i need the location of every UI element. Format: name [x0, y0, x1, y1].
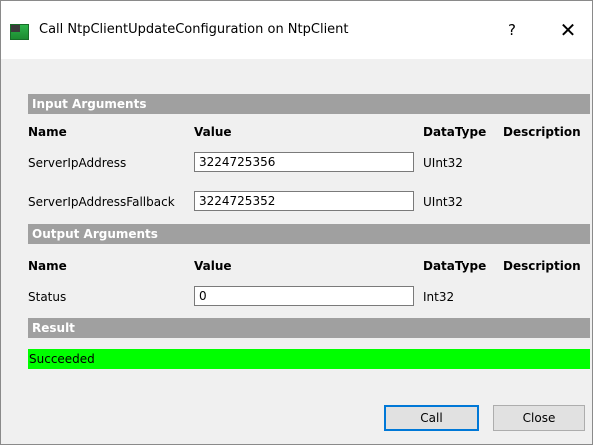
app-icon [10, 24, 29, 40]
input-col-name: Name [28, 125, 67, 139]
arg-datatype-serveripaddressfallback: UInt32 [423, 195, 463, 209]
arg-name-serveripaddressfallback: ServerIpAddressFallback [28, 195, 175, 209]
arg-name-status: Status [28, 290, 67, 304]
output-col-datatype: DataType [423, 259, 487, 273]
status-value-field[interactable]: 0 [194, 286, 414, 306]
serveripaddressfallback-value-field[interactable]: 3224725352 [194, 191, 414, 211]
arg-datatype-serveripaddress: UInt32 [423, 156, 463, 170]
output-col-name: Name [28, 259, 67, 273]
call-method-dialog: Call NtpClientUpdateConfiguration on Ntp… [0, 0, 593, 445]
help-button[interactable]: ? [498, 15, 526, 45]
input-arguments-header: Input Arguments [28, 94, 590, 114]
close-button[interactable]: Close [493, 405, 585, 431]
input-col-datatype: DataType [423, 125, 487, 139]
close-icon[interactable]: ✕ [553, 15, 583, 45]
output-arguments-header: Output Arguments [28, 224, 590, 244]
window-title: Call NtpClientUpdateConfiguration on Ntp… [39, 22, 349, 37]
arg-datatype-status: Int32 [423, 290, 455, 304]
serveripaddress-value-field[interactable]: 3224725356 [194, 152, 414, 172]
input-col-value: Value [194, 125, 232, 139]
result-status-bar: Succeeded [28, 349, 590, 369]
output-col-description: Description [503, 259, 581, 273]
input-col-description: Description [503, 125, 581, 139]
output-col-value: Value [194, 259, 232, 273]
arg-name-serveripaddress: ServerIpAddress [28, 156, 127, 170]
title-bar: Call NtpClientUpdateConfiguration on Ntp… [1, 1, 592, 59]
result-header: Result [28, 318, 590, 338]
call-button[interactable]: Call [384, 405, 479, 431]
